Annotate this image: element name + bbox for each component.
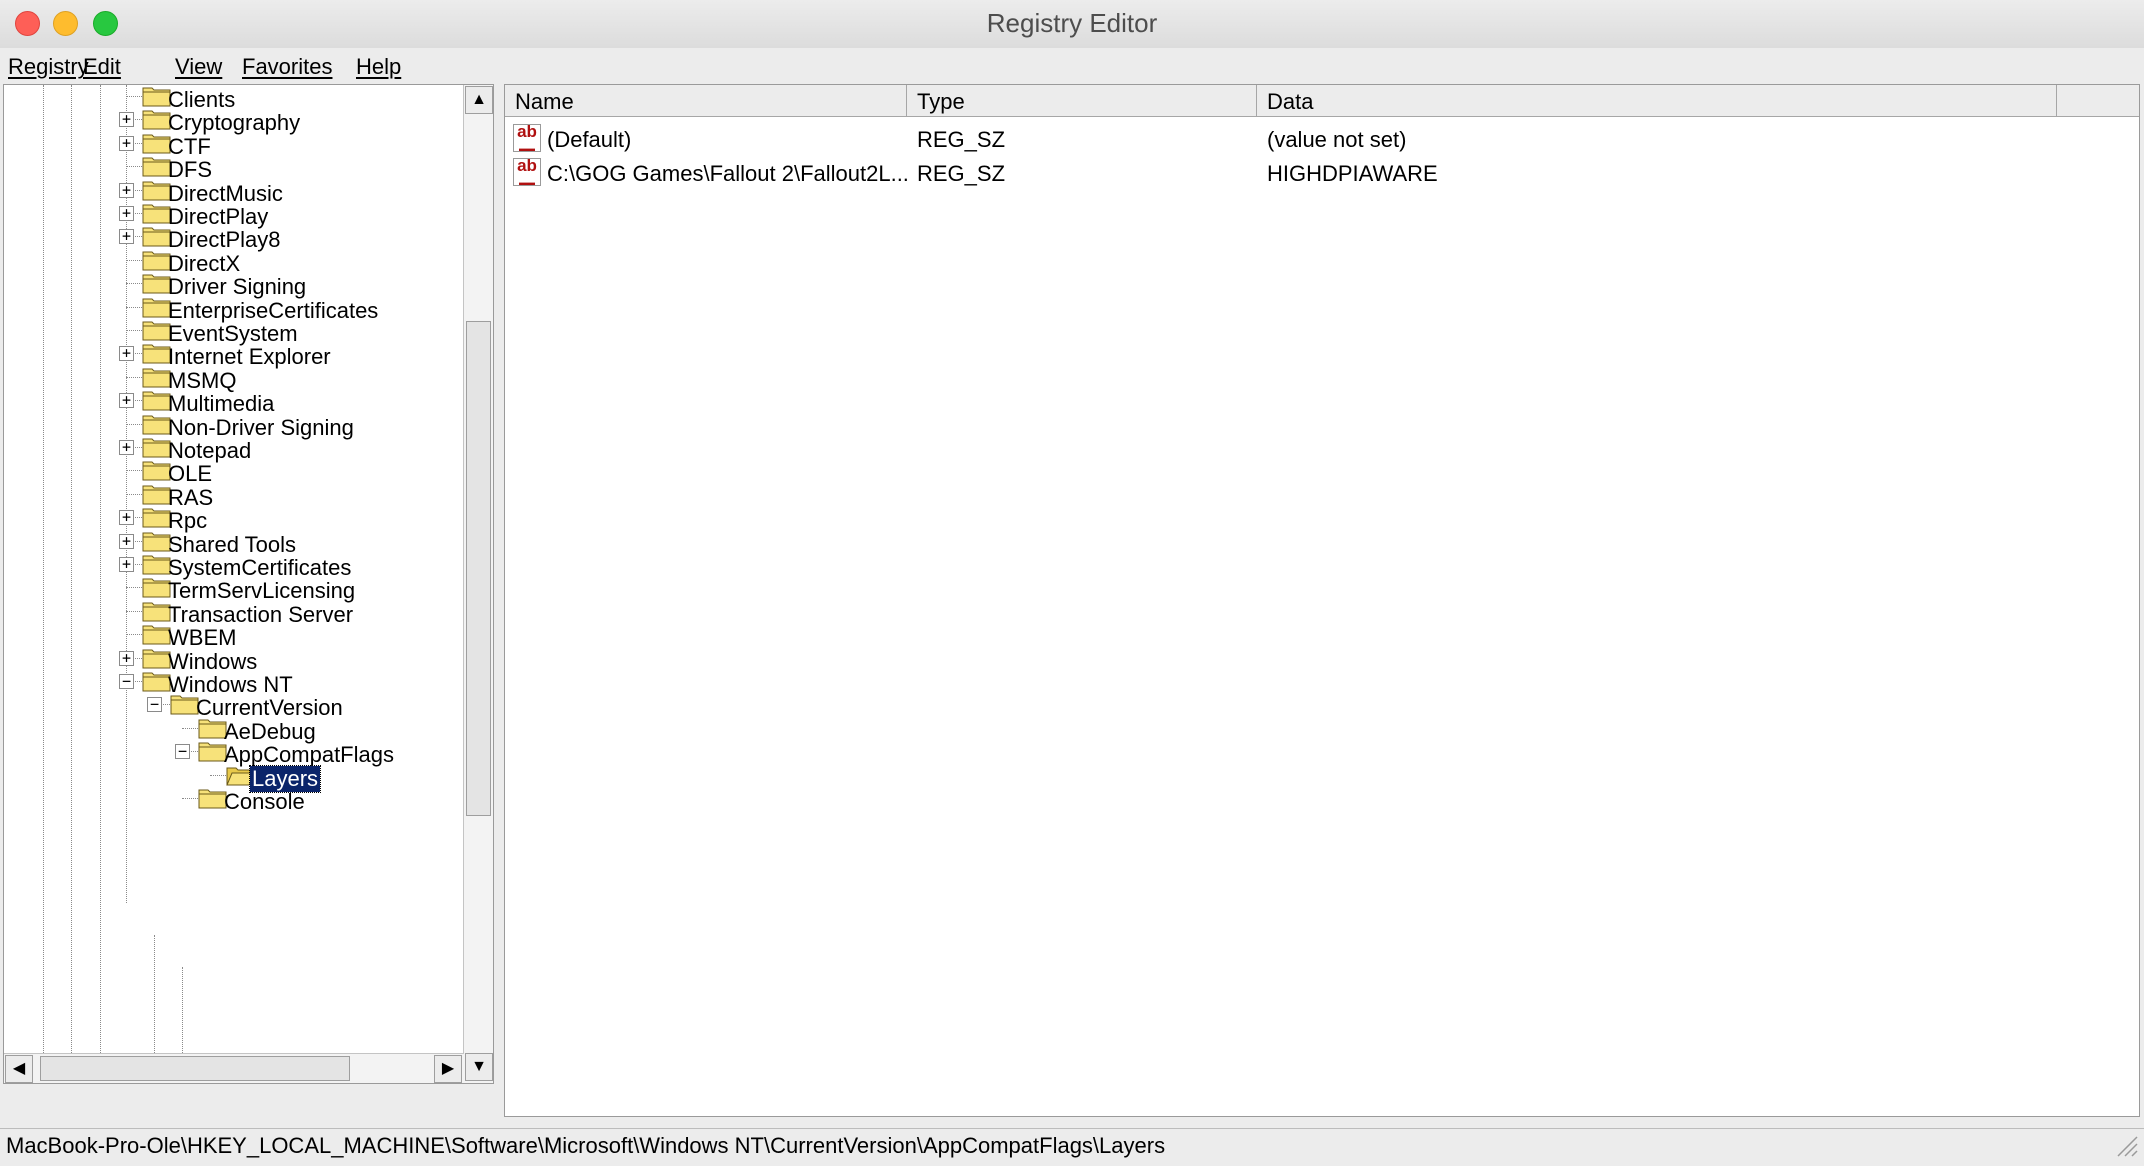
scroll-left-arrow-icon[interactable]: ◀ <box>5 1055 33 1083</box>
expand-icon[interactable]: + <box>119 533 134 549</box>
collapse-icon[interactable]: − <box>147 697 162 713</box>
string-value-icon: ab ▬▬ <box>513 157 541 187</box>
value-data: HIGHDPIAWARE <box>1267 161 1438 186</box>
tree-guide-line <box>182 727 198 729</box>
menu-view[interactable]: View <box>175 54 222 80</box>
tree-guide-line <box>126 610 142 612</box>
tree-horizontal-scrollbar[interactable]: ◀ ▶ <box>4 1053 464 1083</box>
column-header-data[interactable]: Data <box>1257 85 2057 117</box>
status-path: MacBook-Pro-Ole\HKEY_LOCAL_MACHINE\Softw… <box>6 1133 1166 1158</box>
value-row[interactable]: ab ▬▬ (Default) REG_SZ (value not set) <box>505 123 2139 155</box>
column-header-type[interactable]: Type <box>907 85 1257 117</box>
tree-guide-line <box>210 774 226 776</box>
window-title: Registry Editor <box>986 8 1158 38</box>
menu-edit[interactable]: Edit <box>83 54 121 80</box>
string-value-icon: ab ▬▬ <box>513 123 541 153</box>
list-header: Name Type Data <box>505 85 2139 117</box>
expand-icon[interactable]: + <box>119 510 134 526</box>
tree-vertical-scroll-thumb[interactable] <box>466 321 491 816</box>
tree-guide-line <box>126 587 142 589</box>
menu-registry[interactable]: Registry <box>8 54 89 80</box>
value-data: (value not set) <box>1267 127 1407 152</box>
menu-bar: Registry Edit View Favorites Help <box>0 48 2144 84</box>
tree-guide-line <box>126 634 142 636</box>
resize-grip-icon[interactable] <box>2114 1133 2138 1157</box>
scroll-down-arrow-icon[interactable]: ▼ <box>465 1053 493 1081</box>
tree-guide-line <box>126 283 142 285</box>
tree-guide-line <box>126 306 142 308</box>
expand-icon[interactable]: + <box>119 440 134 455</box>
tree-guide-line <box>126 166 142 168</box>
menu-help[interactable]: Help <box>356 54 401 80</box>
tree-guide-line <box>126 423 142 425</box>
menu-favorites[interactable]: Favorites <box>242 54 332 80</box>
value-type: REG_SZ <box>917 161 1006 186</box>
tree-guide-line <box>126 376 142 378</box>
tree-horizontal-scroll-thumb[interactable] <box>40 1056 350 1081</box>
value-row[interactable]: ab ▬▬ C:\GOG Games\Fallout 2\Fallout2L...… <box>505 157 2139 189</box>
value-name: C:\GOG Games\Fallout 2\Fallout2L... <box>547 161 909 186</box>
column-header-name[interactable]: Name <box>505 85 907 117</box>
pane-splitter[interactable] <box>494 84 504 1117</box>
tree-guide-line <box>126 96 142 97</box>
value-name: (Default) <box>547 127 632 152</box>
values-list-pane[interactable]: Name Type Data ab ▬▬ (Default) REG_SZ (va… <box>504 84 2140 1117</box>
expand-icon[interactable]: + <box>119 650 134 666</box>
tree-item[interactable]: Console <box>4 787 464 819</box>
expand-icon[interactable]: + <box>119 229 134 245</box>
expand-icon[interactable]: + <box>119 182 134 198</box>
expand-icon[interactable]: + <box>119 557 134 572</box>
tree-item-label[interactable]: Console <box>222 789 307 815</box>
title-bar: Registry Editor <box>0 0 2144 49</box>
expand-icon[interactable]: + <box>119 206 134 221</box>
tree-guide-line <box>126 330 142 331</box>
tree-guide-line <box>182 798 198 799</box>
key-tree-pane[interactable]: Clients + Cryptography + CTF DFS + DirectMusic +… <box>3 84 494 1084</box>
expand-icon[interactable]: + <box>119 346 134 362</box>
key-tree: Clients + Cryptography + CTF DFS + DirectMusic +… <box>4 85 464 1083</box>
tree-vertical-scrollbar[interactable]: ▲ ▼ <box>463 85 493 1083</box>
expand-icon[interactable]: + <box>119 135 134 151</box>
tree-guide-line <box>126 259 142 261</box>
expand-icon[interactable]: + <box>119 112 134 128</box>
value-type: REG_SZ <box>917 127 1006 152</box>
scroll-up-arrow-icon[interactable]: ▲ <box>465 86 493 114</box>
tree-guide-line <box>126 493 142 495</box>
column-header-filler <box>2057 85 2139 117</box>
collapse-icon[interactable]: − <box>119 674 134 689</box>
scroll-right-arrow-icon[interactable]: ▶ <box>434 1055 462 1083</box>
collapse-icon[interactable]: − <box>175 744 190 760</box>
expand-icon[interactable]: + <box>119 393 134 409</box>
tree-guide-line <box>126 470 142 472</box>
status-bar: MacBook-Pro-Ole\HKEY_LOCAL_MACHINE\Softw… <box>0 1128 2144 1161</box>
